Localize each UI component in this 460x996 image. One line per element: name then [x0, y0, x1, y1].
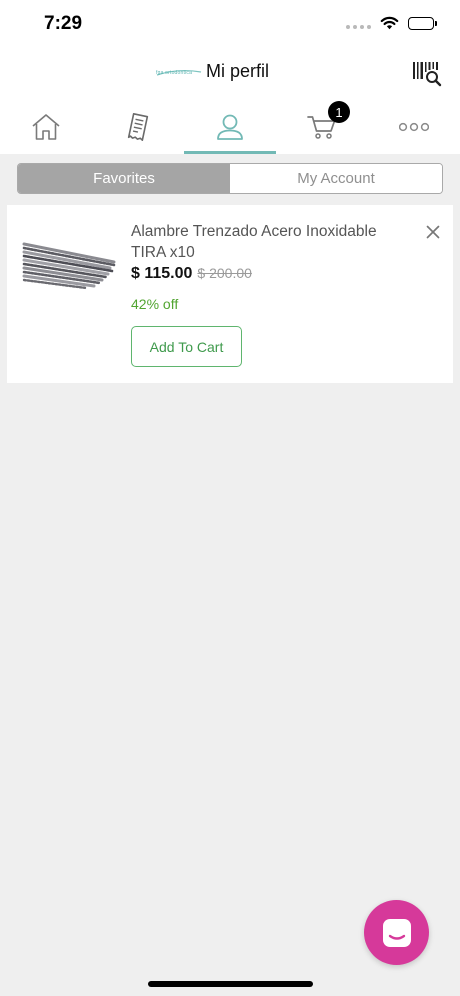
- price-row: $ 115.00 $ 200.00: [131, 265, 252, 283]
- receipt-icon: [127, 113, 149, 141]
- segment-my-account[interactable]: My Account: [230, 164, 442, 193]
- tab-orders[interactable]: [92, 100, 184, 154]
- signal-icon: [346, 17, 371, 29]
- close-icon: [426, 225, 440, 239]
- current-price: $ 115.00: [131, 265, 193, 282]
- tab-profile[interactable]: [184, 100, 276, 154]
- chat-icon: [382, 918, 411, 947]
- tab-cart[interactable]: 1: [276, 100, 368, 154]
- home-indicator: [148, 981, 313, 987]
- remove-favorite-button[interactable]: [423, 222, 443, 242]
- status-icons: [346, 16, 437, 30]
- wifi-icon: [380, 16, 399, 30]
- original-price: $ 200.00: [197, 265, 252, 281]
- tab-home[interactable]: [0, 100, 92, 154]
- segment-favorites[interactable]: Favorites: [18, 164, 230, 193]
- status-time: 7:29: [44, 13, 83, 34]
- tab-bar: 1: [0, 100, 460, 154]
- header: fga ortodontica Mi perfil: [0, 50, 460, 96]
- chat-button[interactable]: [364, 900, 429, 965]
- braided-wire-image: [22, 238, 120, 298]
- product-name[interactable]: Alambre Trenzado Acero Inoxidable TIRA x…: [131, 221, 401, 263]
- status-bar: 7:29: [0, 0, 460, 50]
- page-title: Mi perfil: [206, 61, 270, 81]
- product-image[interactable]: [22, 238, 120, 298]
- discount-label: 42% off: [131, 296, 179, 312]
- segmented-control: Favorites My Account: [17, 163, 443, 194]
- more-icon: [399, 122, 429, 132]
- tab-more[interactable]: [368, 100, 460, 154]
- home-icon: [32, 114, 60, 140]
- barcode-search-icon: [413, 62, 442, 87]
- favorite-item-card: Alambre Trenzado Acero Inoxidable TIRA x…: [7, 205, 453, 383]
- barcode-scan-button[interactable]: [412, 60, 442, 88]
- top-area: 7:29 fga ortodontica Mi perfil 1: [0, 0, 460, 154]
- add-to-cart-button[interactable]: Add To Cart: [131, 326, 242, 367]
- cart-badge: 1: [328, 101, 350, 123]
- user-icon: [217, 114, 243, 140]
- battery-icon: [408, 16, 437, 30]
- brand-logo: fga ortodontica: [156, 64, 202, 80]
